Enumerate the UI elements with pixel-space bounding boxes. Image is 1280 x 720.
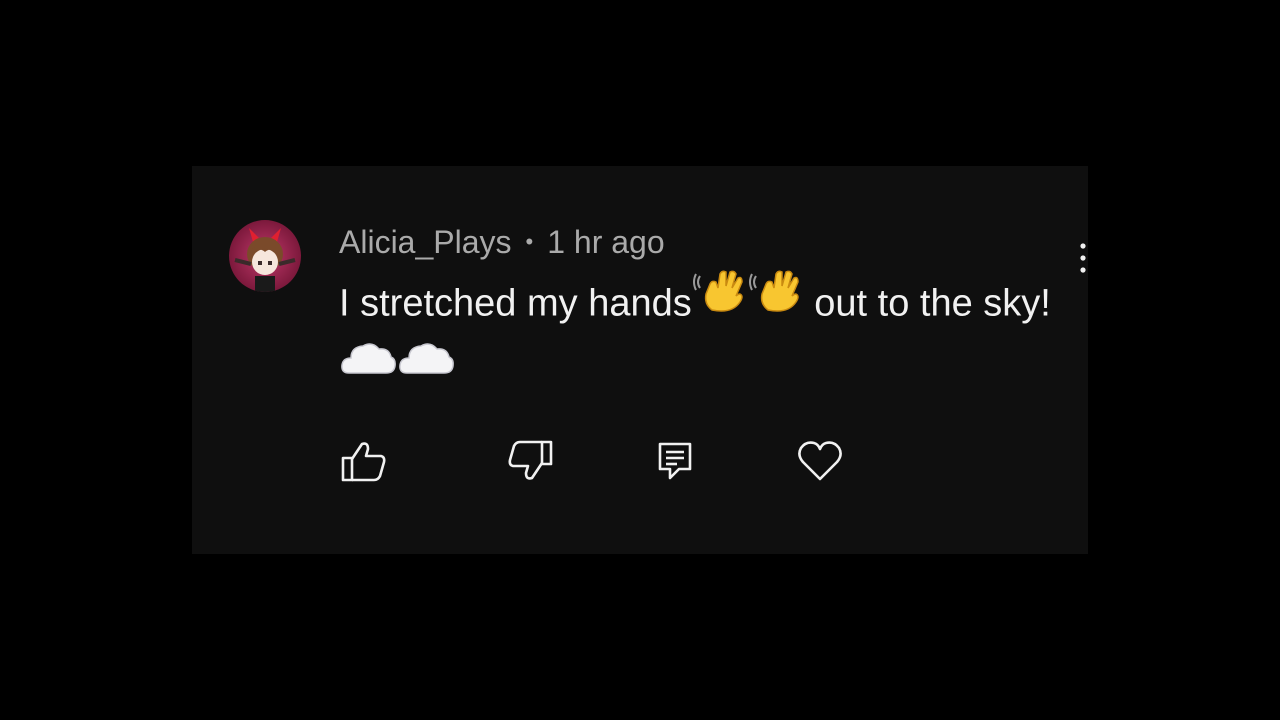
author-name[interactable]: Alicia_Plays (339, 224, 512, 261)
comment-timestamp[interactable]: 1 hr ago (547, 224, 664, 261)
separator-dot: • (525, 229, 534, 254)
comment-text-part2: out to the sky! (803, 282, 1051, 325)
comment-card: Alicia_Plays • 1 hr ago I stretched my h… (192, 166, 1088, 554)
comment-actions (339, 436, 879, 486)
comment-header: Alicia_Plays • 1 hr ago (339, 220, 665, 264)
waving-hand-emoji (748, 264, 804, 339)
thumbs-down-icon (508, 440, 553, 480)
heart-button[interactable] (795, 436, 845, 486)
comment-text-part1: I stretched my hands (339, 282, 692, 325)
comment-text: I stretched my hands out to the sky! (339, 270, 1079, 400)
video-frame: Alicia_Plays • 1 hr ago I stretched my h… (0, 0, 1280, 720)
heart-icon (798, 441, 842, 481)
cloud-emoji (339, 335, 397, 398)
reply-comment-icon (658, 442, 692, 480)
avatar[interactable] (229, 220, 301, 292)
dislike-button[interactable] (505, 436, 555, 486)
cloud-emoji (397, 335, 455, 398)
more-options-icon[interactable] (1078, 240, 1088, 276)
avatar-image (229, 220, 301, 292)
like-button[interactable] (339, 436, 389, 486)
thumbs-up-icon (341, 442, 386, 482)
reply-button[interactable] (650, 436, 700, 486)
waving-hand-emoji (692, 264, 748, 339)
